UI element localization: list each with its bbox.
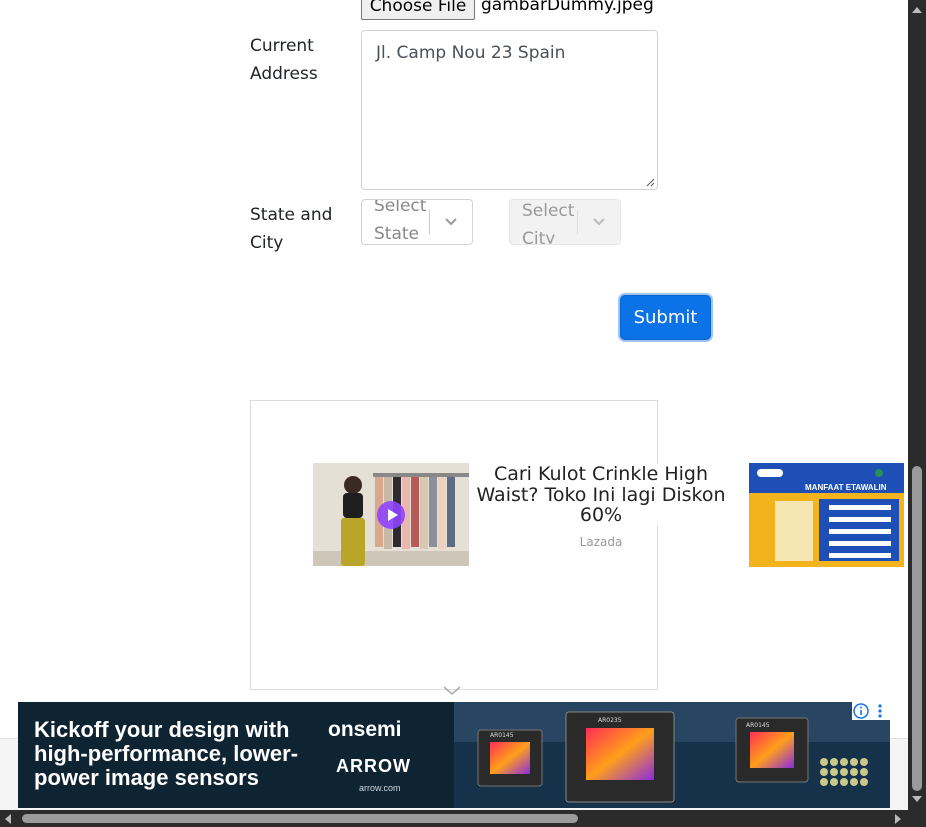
chevron-down-icon[interactable] xyxy=(443,686,461,696)
choose-file-button[interactable]: Choose File xyxy=(361,0,475,20)
chevron-down-icon[interactable] xyxy=(591,214,607,230)
selected-file-name: gambarDummy.jpeg xyxy=(481,0,654,15)
city-select[interactable]: Select City xyxy=(509,199,621,245)
banner-brand-secondary: ARROW xyxy=(336,756,411,776)
scroll-left-arrow-icon[interactable] xyxy=(3,813,13,825)
address-textarea[interactable]: Jl. Camp Nou 23 Spain xyxy=(361,30,658,190)
state-select-separator xyxy=(429,210,430,234)
info-icon[interactable] xyxy=(852,702,870,720)
banner-brand-primary: onsemi xyxy=(328,718,402,741)
state-select-placeholder: Select State xyxy=(374,199,427,244)
scroll-down-arrow-icon[interactable] xyxy=(911,794,923,804)
vertical-scrollbar-thumb[interactable] xyxy=(912,466,922,791)
city-select-separator xyxy=(577,210,578,234)
play-icon[interactable] xyxy=(376,500,406,530)
chip-label-3: AR0145 xyxy=(746,722,770,729)
kebab-menu-icon[interactable] xyxy=(870,702,890,720)
resize-grip-icon[interactable] xyxy=(646,178,655,187)
chip-label-1: AR0145 xyxy=(490,732,514,739)
ad-thumbnail-right-image xyxy=(749,463,904,567)
native-ad-title[interactable]: Cari Kulot Crinkle High Waist? Toko Ini … xyxy=(470,464,732,526)
banner-chip-image xyxy=(454,702,890,808)
chevron-down-icon[interactable] xyxy=(443,214,459,230)
banner-ad[interactable]: Kickoff your design with high-performanc… xyxy=(18,702,890,808)
banner-headline: Kickoff your design with high-performanc… xyxy=(34,717,299,790)
ad-thumbnail-right[interactable]: MANFAAT ETAWALIN xyxy=(749,463,904,567)
native-ad-source: Lazada xyxy=(579,535,623,549)
state-select[interactable]: Select State xyxy=(361,199,473,245)
ad-thumbnail-left[interactable] xyxy=(313,463,469,566)
scroll-up-arrow-icon[interactable] xyxy=(911,5,923,15)
state-city-label: State and City xyxy=(250,205,333,253)
address-label: Current Address xyxy=(250,36,318,84)
horizontal-scrollbar-thumb[interactable] xyxy=(22,814,578,823)
address-value: Jl. Camp Nou 23 Spain xyxy=(376,43,566,63)
city-select-placeholder: Select City xyxy=(522,201,575,245)
scroll-right-arrow-icon[interactable] xyxy=(893,813,903,825)
chip-label-2: AR0235 xyxy=(598,717,622,724)
right-thumb-heading: MANFAAT ETAWALIN xyxy=(805,483,887,492)
banner-url: arrow.com xyxy=(359,783,401,793)
submit-button[interactable]: Submit xyxy=(620,295,711,340)
